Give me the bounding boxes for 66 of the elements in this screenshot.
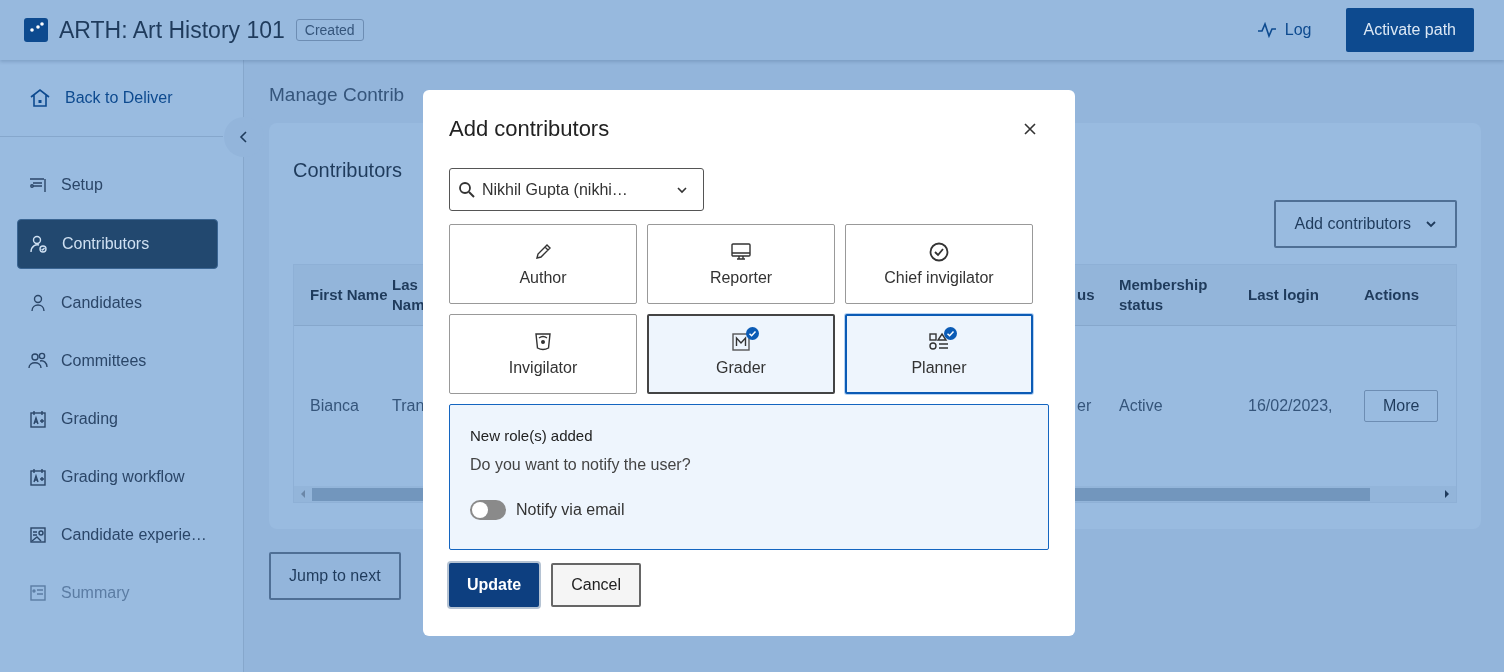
toggle-switch[interactable] (470, 500, 506, 520)
shield-icon (532, 331, 554, 353)
table-cell: Tran (392, 397, 422, 415)
role-tile[interactable]: Grader (647, 314, 835, 394)
role-tile[interactable]: Chief invigilator (845, 224, 1033, 304)
add-contributors-button[interactable]: Add contributors (1274, 200, 1457, 248)
log-link[interactable]: Log (1256, 21, 1312, 39)
dialog-title: Add contributors (449, 116, 610, 142)
caret-icon (1425, 220, 1437, 228)
table-cell-text: 16/02/2023, (1248, 397, 1334, 415)
document-icon (28, 583, 48, 603)
sidebar-item[interactable]: Setup (17, 161, 218, 209)
status-badge: Created (295, 19, 364, 41)
check-circle-icon (928, 241, 950, 263)
column-header: Membership status (1119, 275, 1209, 315)
back-link[interactable]: Back to Deliver (0, 88, 243, 108)
notice-heading: New role(s) added (470, 427, 594, 444)
sidebar-item[interactable]: Committees (17, 337, 218, 385)
column-header: Last login (1248, 285, 1320, 305)
page-heading: Manage Contrib (269, 84, 406, 107)
close-icon (1023, 122, 1037, 136)
sidebar-item[interactable]: Grading (17, 395, 218, 443)
sidebar-item[interactable]: Contributors (17, 219, 218, 269)
table-cell-text: Active (1119, 397, 1164, 415)
letter-m-icon (730, 331, 752, 353)
shapes-list-icon (928, 331, 950, 353)
role-tile[interactable]: Reporter (647, 224, 835, 304)
column-header: us (1077, 285, 1096, 305)
search-icon (458, 180, 476, 199)
pulse-icon (1256, 22, 1277, 38)
scroll-left-icon[interactable] (300, 490, 306, 498)
table-cell-text: Bianca (310, 397, 360, 415)
dialog-button[interactable]: Update (449, 563, 540, 607)
column-header: First Name (310, 285, 389, 305)
role-tile[interactable]: Author (449, 224, 637, 304)
image-card-icon (28, 525, 48, 545)
dialog-button[interactable]: Cancel (551, 563, 642, 607)
table-cell-text: er (1077, 397, 1093, 415)
scroll-right-icon[interactable] (1444, 490, 1450, 498)
logo-icon (24, 18, 48, 42)
course-title: ARTH: Art History 101 (59, 16, 285, 44)
grade-calendar-icon (28, 467, 48, 487)
user-icon (28, 293, 48, 313)
more-button[interactable]: More (1364, 390, 1439, 422)
home-icon (29, 88, 51, 108)
search-field[interactable]: Nikhil Gupta (nikhi… (449, 168, 704, 211)
role-tile[interactable]: Planner (845, 314, 1033, 394)
jump-to-next-button[interactable]: Jump to next (269, 552, 401, 600)
grade-calendar-icon (28, 409, 48, 429)
column-header: Actions (1364, 285, 1420, 305)
monitor-icon (730, 241, 752, 263)
sidebar-item[interactable]: Candidates (17, 279, 218, 327)
activate-path-button[interactable]: Activate path (1345, 8, 1474, 52)
sidebar-item[interactable]: Candidate experie… (17, 511, 218, 559)
column-header: Las Nam (392, 275, 422, 315)
role-tile[interactable]: Invigilator (449, 314, 637, 394)
sidebar-item[interactable]: Grading workflow (17, 453, 218, 501)
users-icon (28, 351, 48, 371)
search-value: Nikhil Gupta (nikhi… (482, 180, 629, 199)
chevron-left-icon (239, 130, 249, 144)
card-title: Contributors (293, 159, 403, 182)
toggle-label: Notify via email (516, 501, 625, 519)
caret-icon (676, 185, 688, 194)
notice-question: Do you want to notify the user? (470, 456, 692, 474)
user-check-icon (29, 234, 49, 254)
list-icon (28, 175, 48, 195)
